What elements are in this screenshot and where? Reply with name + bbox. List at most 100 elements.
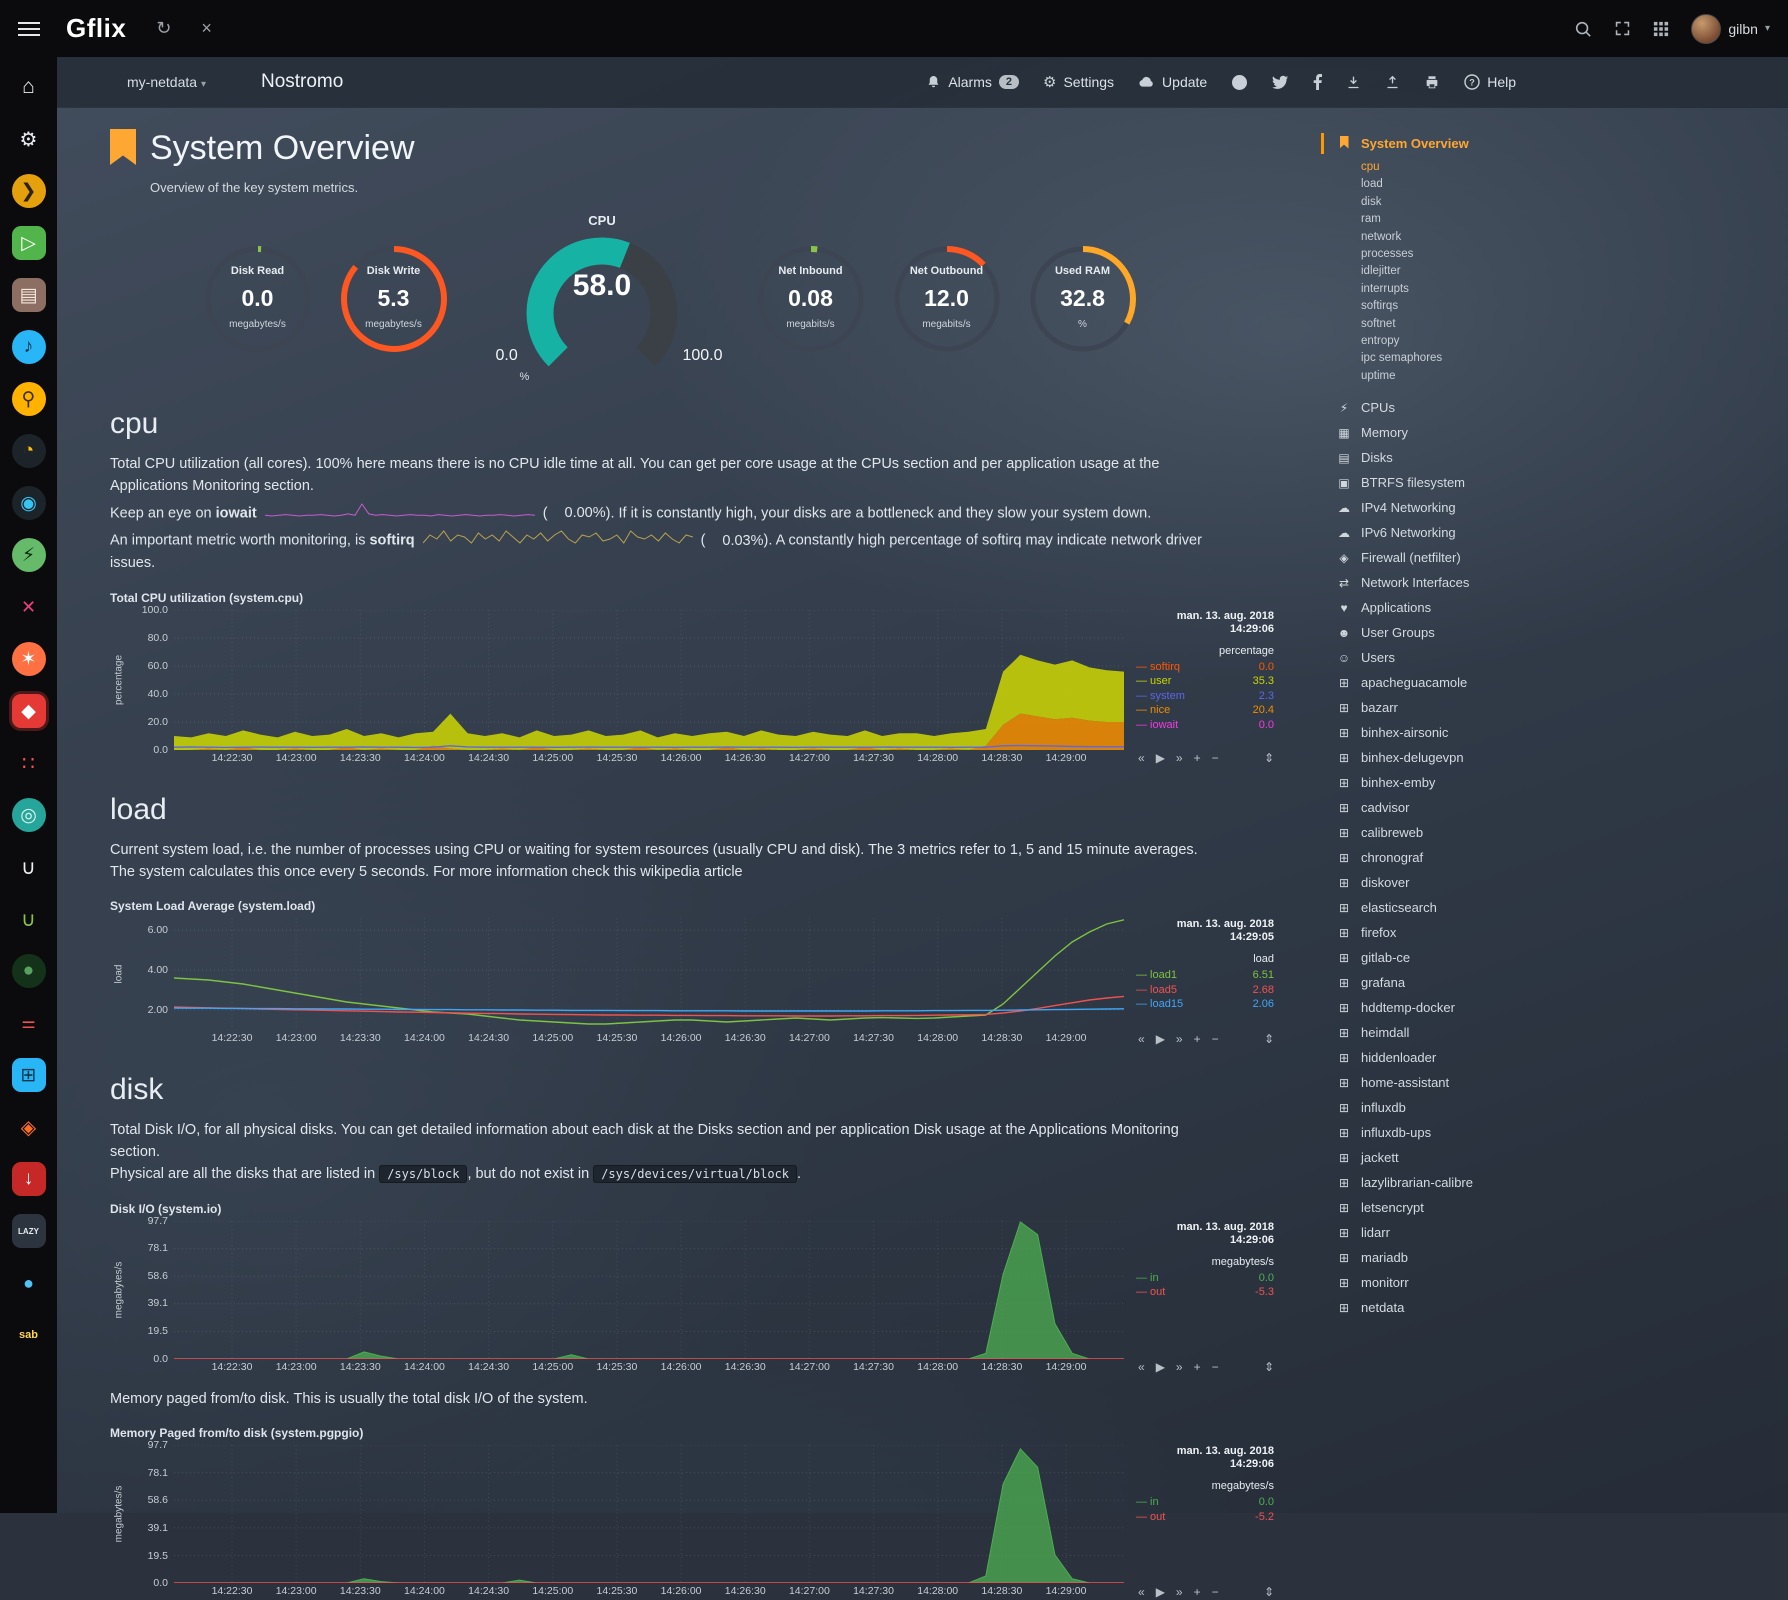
legend-iowait[interactable]: — iowait0.0 (1136, 718, 1274, 733)
chart-pan-backward-icon[interactable]: « (1138, 1032, 1145, 1046)
menu-sub-softnet[interactable]: softnet (1361, 316, 1788, 333)
sidebar-app-app-teal-ring[interactable]: ◎ (0, 789, 57, 841)
chart-plot-area[interactable] (174, 918, 1124, 1030)
menu-app-netdata[interactable]: ⊞netdata (1336, 1295, 1788, 1320)
menu-system-overview[interactable]: System Overview (1336, 131, 1788, 156)
menu-sub-disk[interactable]: disk (1361, 194, 1788, 211)
sidebar-app-lazylibrarian[interactable]: LAZY (0, 1205, 57, 1257)
settings-button[interactable]: ⚙ Settings (1043, 73, 1114, 91)
menu-app-home-assistant[interactable]: ⊞home-assistant (1336, 1070, 1788, 1095)
legend-load15[interactable]: — load152.06 (1136, 997, 1274, 1012)
chart-pan-backward-icon[interactable]: « (1138, 751, 1145, 765)
import-button[interactable] (1346, 75, 1361, 90)
menu-sub-load[interactable]: load (1361, 176, 1788, 193)
menu-cpus[interactable]: ⚡CPUs (1336, 395, 1788, 420)
menu-app-hddtemp-docker[interactable]: ⊞hddtemp-docker (1336, 995, 1788, 1020)
chart-pgpgio[interactable]: Memory Paged from/to disk (system.pgpgio… (110, 1426, 1312, 1600)
sidebar-app-sabnzbd[interactable]: sab (0, 1309, 57, 1361)
menu-sub-interrupts[interactable]: interrupts (1361, 281, 1788, 298)
host-dropdown[interactable]: my-netdata ▾ (127, 74, 206, 90)
menu-sub-softirqs[interactable]: softirqs (1361, 298, 1788, 315)
fullscreen-icon[interactable] (1614, 20, 1631, 37)
user-menu[interactable]: gilbn ▾ (1691, 14, 1770, 44)
menu-app-gitlab-ce[interactable]: ⊞gitlab-ce (1336, 945, 1788, 970)
menu-app-apacheguacamole[interactable]: ⊞apacheguacamole (1336, 670, 1788, 695)
chart-zoom-in-icon[interactable]: + (1194, 1360, 1201, 1374)
sidebar-app-settings[interactable]: ⚙ (0, 113, 57, 165)
chart-zoom-out-icon[interactable]: − (1212, 751, 1219, 765)
menu-sub-uptime[interactable]: uptime (1361, 368, 1788, 385)
sidebar-app-heimdall[interactable]: ⊞ (0, 1049, 57, 1101)
legend-in[interactable]: — in0.0 (1136, 1495, 1274, 1510)
menu-app-grafana[interactable]: ⊞grafana (1336, 970, 1788, 995)
chart-resize-handle-icon[interactable]: ⇕ (1264, 1032, 1274, 1046)
menu-app-binhex-delugevpn[interactable]: ⊞binhex-delugevpn (1336, 745, 1788, 770)
menu-ipv6-networking[interactable]: ☁IPv6 Networking (1336, 520, 1788, 545)
menu-app-firefox[interactable]: ⊞firefox (1336, 920, 1788, 945)
chart-play-icon[interactable]: ▶ (1156, 1585, 1165, 1599)
chart-zoom-in-icon[interactable]: + (1194, 751, 1201, 765)
menu-sub-ipc-semaphores[interactable]: ipc semaphores (1361, 350, 1788, 367)
gauge-used-ram[interactable]: Used RAM32.8% (1027, 243, 1139, 355)
menu-app-mariadb[interactable]: ⊞mariadb (1336, 1245, 1788, 1270)
sidebar-app-app-red-arrow[interactable]: ↓ (0, 1153, 57, 1205)
hamburger-menu-icon[interactable] (0, 22, 58, 36)
menu-app-elasticsearch[interactable]: ⊞elasticsearch (1336, 895, 1788, 920)
sidebar-app-app-u-green[interactable]: ∪ (0, 893, 57, 945)
gauge-net-inbound[interactable]: Net Inbound0.08megabits/s (755, 243, 867, 355)
chart-pan-backward-icon[interactable]: « (1138, 1585, 1145, 1599)
gauge-disk-write[interactable]: Disk Write5.3megabytes/s (338, 243, 450, 355)
chart-resize-handle-icon[interactable]: ⇕ (1264, 1585, 1274, 1599)
sidebar-app-app-dark-green[interactable]: ● (0, 945, 57, 997)
chart-plot-area[interactable] (174, 610, 1124, 750)
menu-applications[interactable]: ♥Applications (1336, 595, 1788, 620)
legend-in[interactable]: — in0.0 (1136, 1271, 1274, 1286)
export-button[interactable] (1385, 75, 1400, 90)
menu-sub-ram[interactable]: ram (1361, 211, 1788, 228)
chart-pan-forward-icon[interactable]: » (1176, 1032, 1183, 1046)
legend-out[interactable]: — out-5.2 (1136, 1510, 1274, 1525)
refresh-icon[interactable]: ↻ (156, 18, 171, 39)
chart-pan-backward-icon[interactable]: « (1138, 1360, 1145, 1374)
sidebar-app-app-red-dots[interactable]: ∷ (0, 737, 57, 789)
menu-app-hiddenloader[interactable]: ⊞hiddenloader (1336, 1045, 1788, 1070)
menu-memory[interactable]: ▦Memory (1336, 420, 1788, 445)
menu-btrfs-filesystem[interactable]: ▣BTRFS filesystem (1336, 470, 1788, 495)
chart-zoom-out-icon[interactable]: − (1212, 1360, 1219, 1374)
menu-app-monitorr[interactable]: ⊞monitorr (1336, 1270, 1788, 1295)
legend-out[interactable]: — out-5.3 (1136, 1285, 1274, 1300)
chart-pan-forward-icon[interactable]: » (1176, 751, 1183, 765)
search-icon[interactable] (1574, 20, 1592, 38)
sidebar-app-duplicati[interactable]: ● (0, 1257, 57, 1309)
menu-app-jackett[interactable]: ⊞jackett (1336, 1145, 1788, 1170)
menu-app-influxdb[interactable]: ⊞influxdb (1336, 1095, 1788, 1120)
legend-softirq[interactable]: — softirq0.0 (1136, 660, 1274, 675)
menu-app-letsencrypt[interactable]: ⊞letsencrypt (1336, 1195, 1788, 1220)
legend-user[interactable]: — user35.3 (1136, 674, 1274, 689)
menu-app-lidarr[interactable]: ⊞lidarr (1336, 1220, 1788, 1245)
menu-app-bazarr[interactable]: ⊞bazarr (1336, 695, 1788, 720)
menu-app-binhex-airsonic[interactable]: ⊞binhex-airsonic (1336, 720, 1788, 745)
chart-zoom-out-icon[interactable]: − (1212, 1032, 1219, 1046)
legend-load1[interactable]: — load16.51 (1136, 968, 1274, 983)
chart-zoom-in-icon[interactable]: + (1194, 1585, 1201, 1599)
twitter-button[interactable] (1272, 75, 1289, 90)
chart-pan-forward-icon[interactable]: » (1176, 1585, 1183, 1599)
legend-load5[interactable]: — load52.68 (1136, 983, 1274, 998)
chart-plot-area[interactable] (174, 1221, 1124, 1359)
legend-system[interactable]: — system2.3 (1136, 689, 1274, 704)
menu-app-binhex-emby[interactable]: ⊞binhex-emby (1336, 770, 1788, 795)
update-button[interactable]: Update (1138, 74, 1207, 90)
sidebar-app-app-radarr[interactable]: ◔ (0, 425, 57, 477)
chart-zoom-out-icon[interactable]: − (1212, 1585, 1219, 1599)
chart-play-icon[interactable]: ▶ (1156, 1032, 1165, 1046)
menu-disks[interactable]: ▤Disks (1336, 445, 1788, 470)
sidebar-app-emby[interactable]: ▷ (0, 217, 57, 269)
menu-sub-processes[interactable]: processes (1361, 246, 1788, 263)
sidebar-app-app-books[interactable]: ▤ (0, 269, 57, 321)
gauge-cpu[interactable]: CPU58.00.0100.0% (490, 217, 715, 381)
chart-zoom-in-icon[interactable]: + (1194, 1032, 1201, 1046)
menu-app-lazylibrarian-calibre[interactable]: ⊞lazylibrarian-calibre (1336, 1170, 1788, 1195)
sidebar-app-app-sonarr[interactable]: ◉ (0, 477, 57, 529)
sidebar-app-app-airsonic[interactable]: ♪ (0, 321, 57, 373)
